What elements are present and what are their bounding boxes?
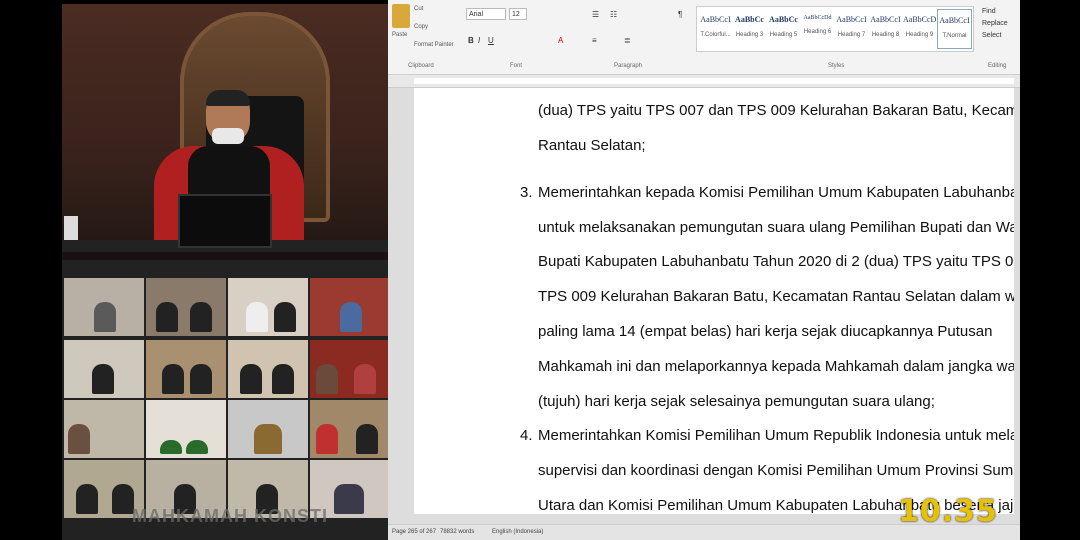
participant-tile: [64, 400, 144, 458]
style-item[interactable]: AaBbCc Heading 3: [733, 9, 766, 47]
participant-tile: [146, 278, 226, 336]
document-line: Rantau Selatan;: [538, 137, 646, 154]
style-item[interactable]: AaBbCcI Heading 8: [869, 9, 902, 47]
list-number: 3.: [520, 184, 533, 201]
word-window: Paste Cut Copy Format Painter Clipboard …: [388, 0, 1020, 540]
page-count[interactable]: Page 265 of 267: [392, 529, 436, 535]
document-line: (tujuh) hari kerja sejak selesainya pemu…: [538, 393, 935, 410]
pilcrow-icon[interactable]: ¶: [678, 10, 682, 19]
document-line: Bupati Kabupaten Labuhanbatu Tahun 2020 …: [538, 253, 1014, 270]
editing-group: Find Replace Select: [982, 6, 1008, 42]
participant-grid: [62, 260, 388, 540]
style-item[interactable]: AaBbCcI T.Colorful...: [699, 9, 732, 47]
document-page[interactable]: (dua) TPS yaitu TPS 007 dan TPS 009 Kelu…: [414, 88, 1014, 514]
font-group-label: Font: [510, 63, 523, 69]
italic-icon[interactable]: I: [478, 36, 480, 45]
document-line: TPS 009 Kelurahan Bakaran Batu, Kecamata…: [538, 288, 1014, 305]
bold-icon[interactable]: B: [468, 36, 474, 45]
style-item[interactable]: AaBbCcI T.Normal: [937, 9, 972, 49]
format-painter-button[interactable]: Format Painter: [414, 42, 454, 48]
copy-button[interactable]: Copy: [414, 24, 428, 30]
participant-tile: [64, 340, 144, 398]
document-line: untuk melaksanakan pemungutan suara ulan…: [538, 219, 1014, 236]
clock-overlay: 10.35: [898, 494, 998, 529]
desk-monitor: [178, 194, 272, 248]
styles-gallery: AaBbCcI T.Colorful... AaBbCc Heading 3 AaB…: [696, 6, 974, 52]
paragraph-group-label: Paragraph: [614, 63, 643, 69]
document-line: Mahkamah ini dan melaporkannya kepada Ma…: [538, 358, 1014, 375]
document-line: Memerintahkan kepada Komisi Pemilihan Um…: [538, 184, 1014, 201]
justify-icon[interactable]: ≣: [624, 36, 631, 45]
watermark-text: MAHKAMAH KONSTI: [132, 506, 328, 526]
align-left-icon[interactable]: ≡: [592, 36, 597, 45]
paste-button[interactable]: Paste: [392, 32, 407, 38]
participant-tile: [310, 400, 388, 458]
replace-button[interactable]: Replace: [982, 18, 1008, 30]
participant-tile: [146, 340, 226, 398]
participant-tile: [228, 278, 308, 336]
style-item[interactable]: AaBbCcI Heading 7: [835, 9, 868, 47]
underline-icon[interactable]: U: [488, 36, 494, 45]
font-size-select[interactable]: 12: [509, 8, 527, 20]
bullets-icon[interactable]: ☰: [592, 10, 599, 19]
paste-icon[interactable]: [392, 4, 410, 28]
style-item[interactable]: AaBbCc Heading 5: [767, 9, 800, 47]
cut-button[interactable]: Cut: [414, 6, 423, 12]
document-line: supervisi dan koordinasi dengan Komisi P…: [538, 462, 1014, 479]
font-name-select[interactable]: Arial: [466, 8, 506, 20]
numbering-icon[interactable]: ☷: [610, 10, 617, 19]
document-line: (dua) TPS yaitu TPS 007 dan TPS 009 Kelu…: [538, 102, 1014, 119]
style-item[interactable]: AaBbCcDd Heading 6: [801, 9, 834, 47]
font-color-icon[interactable]: A: [558, 36, 563, 45]
find-button[interactable]: Find: [982, 6, 1008, 18]
document-line: Memerintahkan Komisi Pemilihan Umum Repu…: [538, 427, 1014, 444]
main-speaker-video: [62, 4, 388, 252]
language-indicator[interactable]: English (Indonesia): [492, 529, 543, 535]
list-number: 4.: [520, 427, 533, 444]
participant-tile: [228, 400, 308, 458]
select-button[interactable]: Select: [982, 30, 1008, 42]
participant-tile: [310, 278, 388, 336]
clipboard-group-label: Clipboard: [408, 63, 434, 69]
ribbon: Paste Cut Copy Format Painter Clipboard …: [388, 0, 1020, 75]
video-feed: MAHKAMAH KONSTI: [62, 4, 388, 540]
editing-group-label: Editing: [988, 63, 1007, 69]
participant-tile: [228, 340, 308, 398]
participant-tile: [310, 340, 388, 398]
participant-tile: [64, 278, 144, 336]
style-item[interactable]: AaBbCcD Heading 9: [903, 9, 936, 47]
ruler[interactable]: [388, 75, 1020, 88]
document-line: paling lama 14 (empat belas) hari kerja …: [538, 323, 993, 340]
participant-tile: [146, 400, 226, 458]
word-count[interactable]: 78832 words: [440, 529, 474, 535]
styles-group-label: Styles: [828, 63, 845, 69]
